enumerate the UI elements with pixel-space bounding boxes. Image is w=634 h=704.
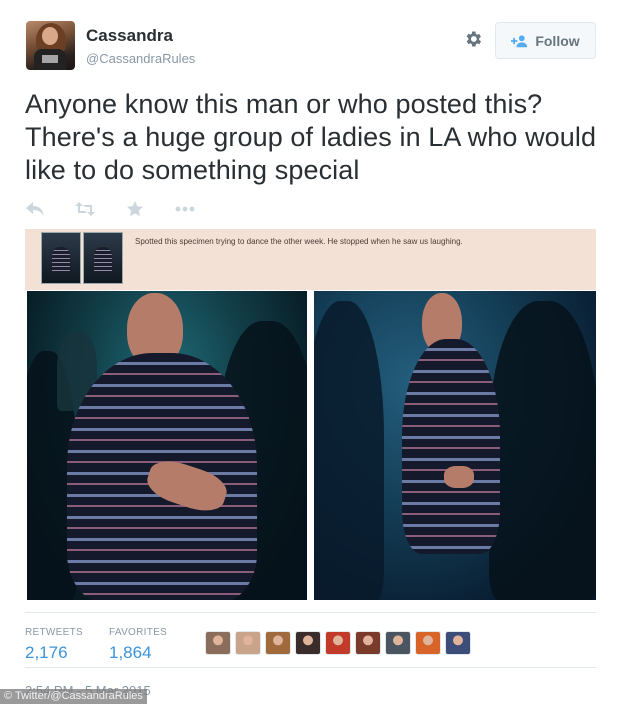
reply-button[interactable] — [24, 199, 46, 219]
favoriter-avatars — [205, 631, 471, 655]
favorites-count: 1,864 — [109, 643, 152, 662]
favoriter-avatar[interactable] — [205, 631, 231, 655]
retweets-stat[interactable]: RETWEETS 2,176 — [25, 627, 83, 663]
favorites-label: FAVORITES — [109, 627, 168, 638]
avatar[interactable] — [26, 21, 75, 70]
display-name[interactable]: Cassandra — [86, 26, 173, 46]
follow-button[interactable]: Follow — [495, 22, 596, 59]
tweet-media[interactable]: Spotted this specimen trying to dance th… — [25, 229, 596, 600]
tweet-actions — [24, 198, 224, 220]
favoriter-avatar[interactable] — [445, 631, 471, 655]
add-user-icon — [511, 34, 528, 47]
crowd-silhouette — [314, 301, 384, 600]
follow-label: Follow — [535, 32, 580, 49]
favoriter-avatar[interactable] — [295, 631, 321, 655]
man-hand — [444, 466, 474, 488]
favorite-button[interactable] — [124, 199, 146, 219]
favoriter-avatar[interactable] — [325, 631, 351, 655]
favorites-stat[interactable]: FAVORITES 1,864 — [109, 627, 167, 663]
more-icon — [175, 206, 195, 212]
tweet-stats: RETWEETS 2,176 FAVORITES 1,864 — [25, 612, 596, 668]
thumbnail-image — [83, 232, 123, 284]
man-striped-shirt — [402, 339, 500, 554]
star-icon — [127, 201, 143, 217]
watermark: © Twitter/@CassandraRules — [0, 689, 147, 704]
reply-icon — [26, 202, 44, 216]
tweet-text: Anyone know this man or who posted this?… — [25, 89, 597, 185]
avatar-shirt — [34, 49, 66, 70]
retweets-count: 2,176 — [25, 643, 68, 662]
photo-right[interactable] — [314, 291, 596, 600]
favoriter-avatar[interactable] — [265, 631, 291, 655]
facebook-post-strip: Spotted this specimen trying to dance th… — [25, 229, 596, 290]
favoriter-avatar[interactable] — [235, 631, 261, 655]
favoriter-avatar[interactable] — [385, 631, 411, 655]
avatar-face — [42, 27, 58, 45]
more-button[interactable] — [174, 199, 196, 219]
thumbnail-image — [41, 232, 81, 284]
favoriter-avatar[interactable] — [415, 631, 441, 655]
gear-icon[interactable] — [463, 29, 483, 49]
photo-left[interactable] — [27, 291, 307, 600]
media-caption: Spotted this specimen trying to dance th… — [135, 237, 463, 246]
user-handle[interactable]: @CassandraRules — [86, 51, 195, 66]
retweet-button[interactable] — [74, 199, 96, 219]
retweet-icon — [75, 202, 95, 216]
retweets-label: RETWEETS — [25, 627, 83, 638]
favoriter-avatar[interactable] — [355, 631, 381, 655]
crowd-silhouette — [489, 301, 596, 600]
